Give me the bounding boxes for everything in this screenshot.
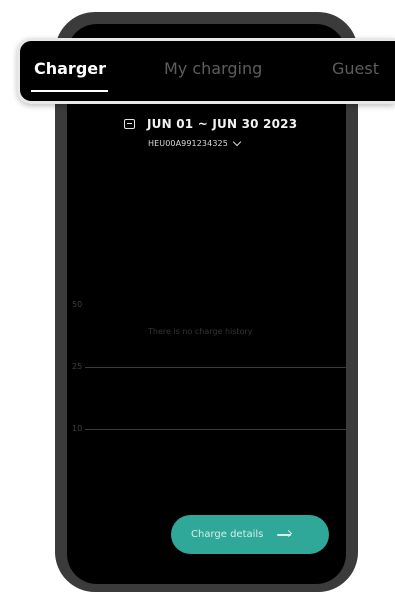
y-axis-label: 25 bbox=[72, 362, 83, 371]
tab-charger[interactable]: Charger bbox=[34, 59, 106, 78]
charger-id-label: HEU00A991234325 bbox=[148, 139, 228, 148]
grid-line bbox=[85, 367, 346, 368]
phone-screen bbox=[67, 24, 346, 584]
y-axis-label: 10 bbox=[72, 424, 83, 433]
active-tab-indicator bbox=[31, 90, 108, 92]
tab-my-charging[interactable]: My charging bbox=[164, 59, 262, 78]
tab-bar: Charger My charging Guest bbox=[17, 38, 395, 104]
calendar-icon bbox=[124, 119, 135, 129]
charge-details-button[interactable]: Charge details bbox=[171, 515, 329, 554]
empty-history-message: There is no charge history bbox=[148, 327, 253, 336]
charge-details-label: Charge details bbox=[191, 529, 264, 540]
charger-select[interactable]: HEU00A991234325 bbox=[148, 137, 242, 148]
tab-guest[interactable]: Guest bbox=[332, 59, 379, 78]
y-axis-label: 50 bbox=[72, 300, 83, 309]
grid-line bbox=[85, 429, 346, 430]
chevron-down-icon bbox=[232, 137, 242, 146]
date-range-label: JUN 01 ~ JUN 30 2023 bbox=[147, 117, 298, 131]
date-range-selector[interactable]: JUN 01 ~ JUN 30 2023 bbox=[124, 115, 297, 133]
arrow-right-icon bbox=[277, 533, 292, 536]
